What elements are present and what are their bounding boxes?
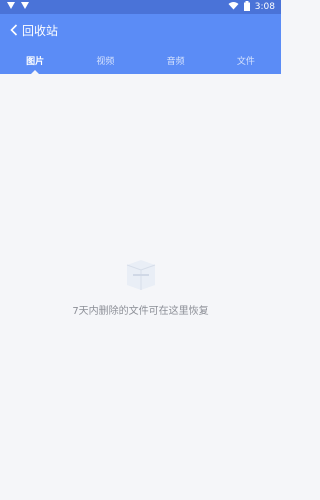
battery-icon [243,0,250,14]
content-area: 7天内删除的文件可在这里恢复 [0,74,281,500]
empty-message: 7天内删除的文件可在这里恢复 [72,306,209,317]
notification-icon [20,1,30,13]
status-left [6,1,30,13]
status-time: 3:08 [254,2,275,12]
tab-videos[interactable]: 视频 [88,48,122,73]
page-title: 回收站 [22,23,59,38]
tab-bar: 图片 视频 音频 文件 [0,46,281,74]
topbar: 回收站 [0,14,281,46]
status-right: 3:08 [228,0,275,14]
tab-audio[interactable]: 音频 [159,48,193,73]
back-button[interactable]: 回收站 [10,21,58,40]
empty-box-icon [121,254,161,294]
status-bar: 3:08 [0,0,281,14]
empty-state: 7天内删除的文件可在这里恢复 [0,254,281,317]
notification-icon [6,1,16,13]
chevron-left-icon [10,21,18,40]
wifi-icon [228,1,239,13]
tab-files[interactable]: 文件 [229,48,263,73]
tab-images[interactable]: 图片 [18,48,52,73]
header: 回收站 图片 视频 音频 文件 [0,14,281,74]
